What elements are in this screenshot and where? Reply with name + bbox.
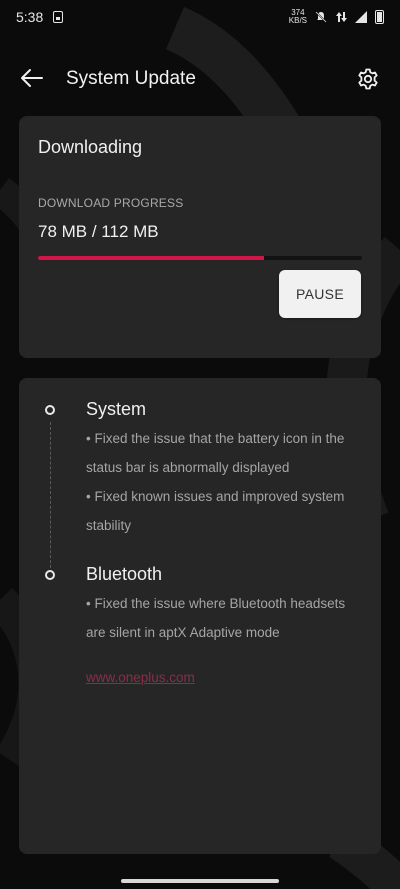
download-progress-label: DOWNLOAD PROGRESS [38, 196, 184, 210]
section-title: System [86, 399, 147, 419]
network-speed: 374 KB/S [289, 9, 307, 25]
gear-icon [358, 68, 378, 90]
download-progress-fill [38, 256, 264, 260]
pause-button[interactable]: PAUSE [279, 270, 361, 318]
battery-icon [375, 10, 384, 24]
download-card: Downloading DOWNLOAD PROGRESS 78 MB / 11… [19, 116, 381, 358]
data-transfer-icon [336, 12, 347, 22]
settings-button[interactable] [354, 65, 382, 93]
timeline-dot [45, 570, 55, 580]
changelog-item: • Fixed the issue that the battery icon … [86, 431, 345, 475]
screenshot-notification-icon [53, 11, 64, 23]
status-bar: 5:38 374 KB/S [0, 0, 400, 34]
download-progress-value: 78 MB / 112 MB [38, 222, 159, 241]
signal-icon [355, 11, 367, 23]
timeline-dot [45, 405, 55, 415]
network-speed-unit: KB/S [288, 16, 307, 25]
oneplus-website-link[interactable]: www.oneplus.com [86, 670, 195, 685]
download-status: Downloading [38, 137, 143, 157]
bell-off-icon [315, 11, 327, 23]
back-button[interactable] [18, 66, 46, 90]
section-title: Bluetooth [86, 564, 163, 584]
app-bar: System Update [0, 56, 400, 102]
arrow-left-icon [21, 69, 43, 87]
changelog-item: • Fixed the issue where Bluetooth headse… [86, 596, 346, 640]
changelog-item: • Fixed known issues and improved system… [86, 489, 345, 533]
changelog-card: System • Fixed the issue that the batter… [19, 378, 381, 854]
status-time: 5:38 [16, 9, 44, 25]
status-icons: 374 KB/S [289, 9, 384, 25]
home-indicator[interactable] [121, 879, 279, 883]
page-title: System Update [66, 68, 196, 89]
timeline-line [50, 422, 51, 568]
download-progress-bar [38, 256, 362, 260]
